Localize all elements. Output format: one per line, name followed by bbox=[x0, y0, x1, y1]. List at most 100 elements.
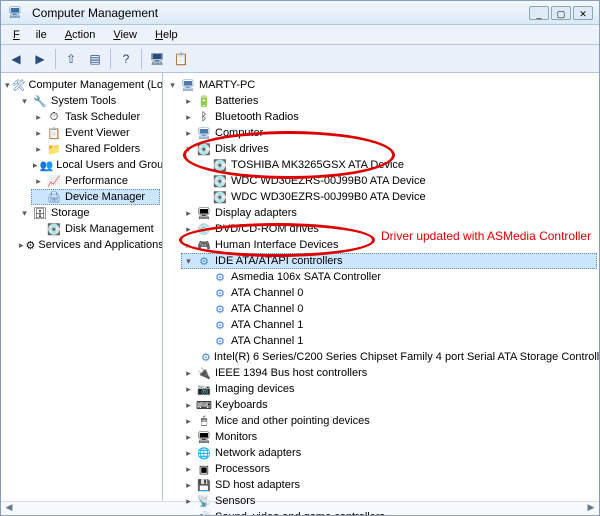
ide-item[interactable]: ⚙Intel(R) 6 Series/C200 Series Chipset F… bbox=[197, 349, 597, 365]
nav-root[interactable]: 🛠 Computer Management (Local bbox=[3, 77, 160, 93]
clock-icon: ⏱ bbox=[46, 109, 62, 125]
expand-icon[interactable] bbox=[183, 368, 194, 379]
cat-processors[interactable]: ▣Processors bbox=[181, 461, 597, 477]
nav-task-scheduler[interactable]: ⏱Task Scheduler bbox=[31, 109, 160, 125]
disk-icon: 💽 bbox=[212, 173, 228, 189]
nav-label: System Tools bbox=[51, 95, 116, 107]
cpu-icon: ▣ bbox=[196, 461, 212, 477]
device-label: Intel(R) 6 Series/C200 Series Chipset Fa… bbox=[214, 351, 599, 363]
nav-label: Shared Folders bbox=[65, 143, 140, 155]
scan-hardware-button[interactable]: 🖥 bbox=[146, 48, 168, 70]
nav-performance[interactable]: 📈Performance bbox=[31, 173, 160, 189]
folder-icon: 📁 bbox=[46, 141, 62, 157]
back-button[interactable]: ◀ bbox=[5, 48, 27, 70]
expand-icon[interactable] bbox=[19, 208, 30, 219]
ide-item[interactable]: ⚙ATA Channel 0 bbox=[197, 301, 597, 317]
nav-local-users[interactable]: 👥Local Users and Groups bbox=[31, 157, 160, 173]
expand-icon[interactable] bbox=[183, 240, 194, 251]
up-button[interactable]: ⇧ bbox=[60, 48, 82, 70]
cat-ieee1394[interactable]: 🔌IEEE 1394 Bus host controllers bbox=[181, 365, 597, 381]
ide-item[interactable]: ⚙ATA Channel 1 bbox=[197, 317, 597, 333]
properties-button[interactable]: 📋 bbox=[170, 48, 192, 70]
expand-icon[interactable] bbox=[183, 400, 194, 411]
expand-icon[interactable] bbox=[183, 128, 194, 139]
expand-icon[interactable] bbox=[183, 256, 194, 267]
expand-icon[interactable] bbox=[5, 80, 10, 91]
cat-sensors[interactable]: 📡Sensors bbox=[181, 493, 597, 509]
disk-drive-item[interactable]: 💽WDC WD30EZRS-00J99B0 ATA Device bbox=[197, 189, 597, 205]
cat-mice[interactable]: 🖱Mice and other pointing devices bbox=[181, 413, 597, 429]
nav-device-manager[interactable]: 🖨Device Manager bbox=[31, 189, 160, 205]
nav-system-tools[interactable]: 🔧 System Tools bbox=[17, 93, 160, 109]
menu-help[interactable]: Help bbox=[147, 27, 186, 43]
expand-icon[interactable] bbox=[183, 96, 194, 107]
expand-icon[interactable] bbox=[183, 384, 194, 395]
expand-icon[interactable] bbox=[183, 448, 194, 459]
cat-keyboards[interactable]: ⌨Keyboards bbox=[181, 397, 597, 413]
cat-sdhost[interactable]: 💾SD host adapters bbox=[181, 477, 597, 493]
cat-sound[interactable]: 🔊Sound, video and game controllers bbox=[181, 509, 597, 515]
cat-dvd[interactable]: 💿DVD/CD-ROM drives bbox=[181, 221, 597, 237]
disk-icon: 💽 bbox=[46, 221, 62, 237]
sensor-icon: 📡 bbox=[196, 493, 212, 509]
cat-network[interactable]: 🌐Network adapters bbox=[181, 445, 597, 461]
forward-button[interactable]: ▶ bbox=[29, 48, 51, 70]
device-label: Processors bbox=[215, 463, 270, 475]
expand-icon[interactable] bbox=[183, 480, 194, 491]
expand-icon[interactable] bbox=[183, 224, 194, 235]
expand-icon[interactable] bbox=[33, 176, 44, 187]
cat-computer[interactable]: 🖥Computer bbox=[181, 125, 597, 141]
cat-ide[interactable]: ⚙IDE ATA/ATAPI controllers bbox=[181, 253, 597, 269]
device-root[interactable]: 🖥 MARTY-PC bbox=[165, 77, 597, 93]
expand-icon[interactable] bbox=[19, 96, 30, 107]
expand-icon[interactable] bbox=[33, 112, 44, 123]
expand-icon[interactable] bbox=[183, 112, 194, 123]
nav-storage[interactable]: 🗄 Storage bbox=[17, 205, 160, 221]
expand-icon[interactable] bbox=[19, 240, 24, 251]
right-pane: 🖥 MARTY-PC 🔋Batteries ᛒBluetooth Radios … bbox=[163, 73, 599, 515]
expand-icon[interactable] bbox=[167, 80, 178, 91]
minimize-button[interactable]: _ bbox=[529, 6, 549, 20]
expand-icon[interactable] bbox=[183, 512, 194, 516]
device-label: ATA Channel 0 bbox=[231, 287, 303, 299]
nav-event-viewer[interactable]: 📋Event Viewer bbox=[31, 125, 160, 141]
cat-bluetooth[interactable]: ᛒBluetooth Radios bbox=[181, 109, 597, 125]
nav-disk-mgmt[interactable]: 💽Disk Management bbox=[31, 221, 160, 237]
cat-monitors[interactable]: 🖥Monitors bbox=[181, 429, 597, 445]
storage-icon: 🗄 bbox=[32, 205, 48, 221]
expand-icon[interactable] bbox=[183, 496, 194, 507]
cat-batteries[interactable]: 🔋Batteries bbox=[181, 93, 597, 109]
cat-imaging[interactable]: 📷Imaging devices bbox=[181, 381, 597, 397]
scroll-track[interactable] bbox=[17, 502, 163, 515]
menu-view[interactable]: View bbox=[105, 27, 145, 43]
expand-icon[interactable] bbox=[183, 464, 194, 475]
cat-disk-drives[interactable]: 💽Disk drives bbox=[181, 141, 597, 157]
maximize-button[interactable]: ▢ bbox=[551, 6, 571, 20]
ide-item[interactable]: ⚙ATA Channel 1 bbox=[197, 333, 597, 349]
keyboard-icon: ⌨ bbox=[196, 397, 212, 413]
expand-icon[interactable] bbox=[33, 128, 44, 139]
show-hide-tree-button[interactable]: ▤ bbox=[84, 48, 106, 70]
disk-drive-item[interactable]: 💽TOSHIBA MK3265GSX ATA Device bbox=[197, 157, 597, 173]
expand-icon[interactable] bbox=[33, 144, 44, 155]
disk-drive-item[interactable]: 💽WDC WD30EZRS-00J99B0 ATA Device bbox=[197, 173, 597, 189]
expand-icon[interactable] bbox=[33, 160, 38, 171]
cat-display-adapters[interactable]: 🖥Display adapters bbox=[181, 205, 597, 221]
event-icon: 📋 bbox=[46, 125, 62, 141]
close-button[interactable]: ✕ bbox=[573, 6, 593, 20]
nav-shared-folders[interactable]: 📁Shared Folders bbox=[31, 141, 160, 157]
controller-icon: ⚙ bbox=[201, 349, 211, 365]
menu-action[interactable]: Action bbox=[57, 27, 104, 43]
device-label: Imaging devices bbox=[215, 383, 295, 395]
expand-icon[interactable] bbox=[183, 144, 194, 155]
expand-icon[interactable] bbox=[183, 208, 194, 219]
cat-hid[interactable]: 🎮Human Interface Devices bbox=[181, 237, 597, 253]
nav-services-apps[interactable]: ⚙Services and Applications bbox=[17, 237, 160, 253]
expand-icon[interactable] bbox=[183, 416, 194, 427]
ide-item[interactable]: ⚙Asmedia 106x SATA Controller bbox=[197, 269, 597, 285]
ide-item[interactable]: ⚙ATA Channel 0 bbox=[197, 285, 597, 301]
scroll-left-icon[interactable]: ◀ bbox=[1, 502, 17, 515]
menu-file[interactable]: File bbox=[5, 27, 55, 43]
help-button[interactable]: ? bbox=[115, 48, 137, 70]
expand-icon[interactable] bbox=[183, 432, 194, 443]
